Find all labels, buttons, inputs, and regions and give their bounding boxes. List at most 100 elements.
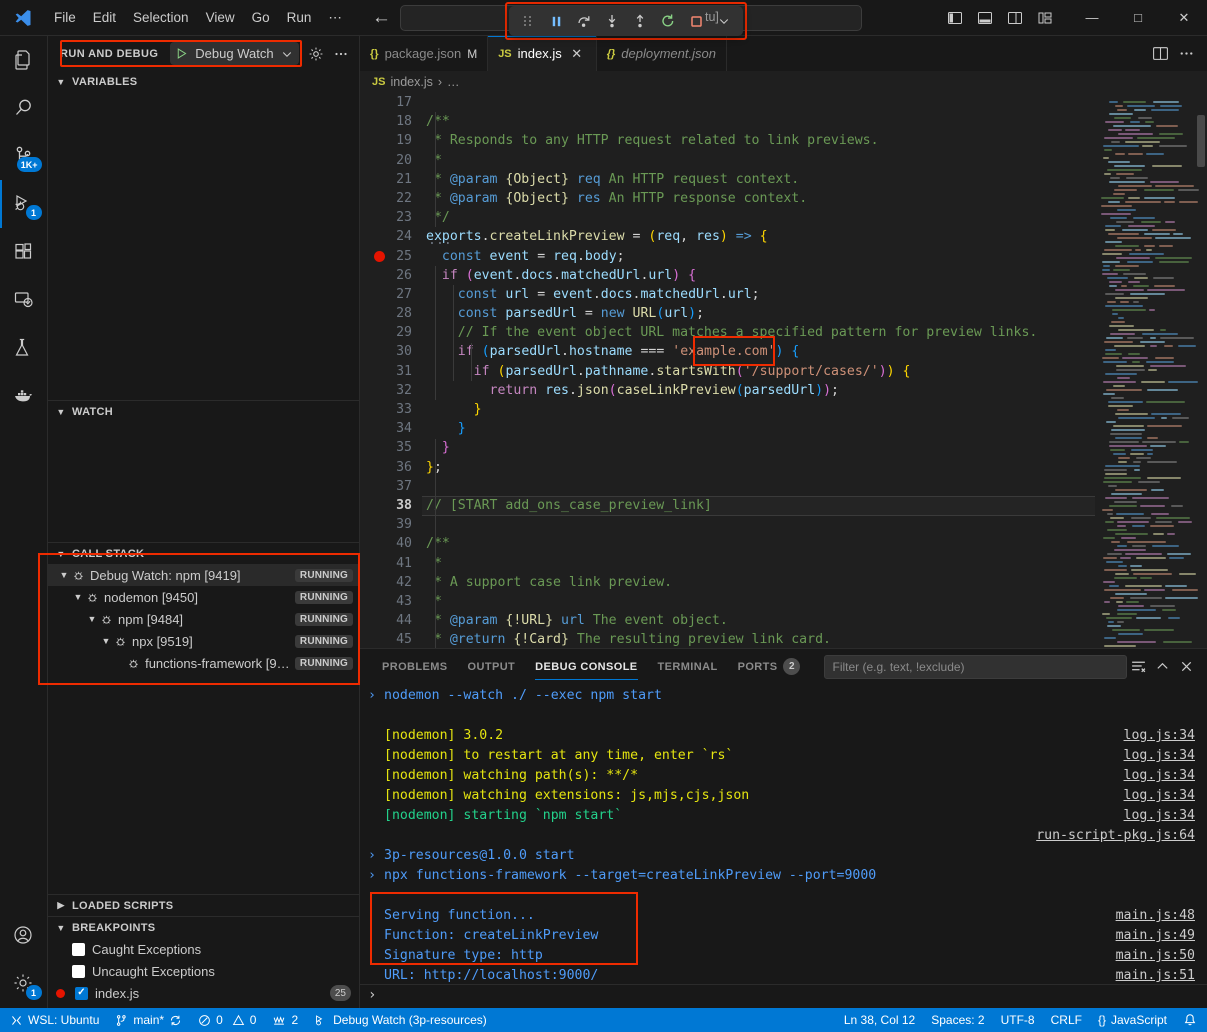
line-number[interactable]: 28 [360, 304, 412, 323]
activity-explorer-icon[interactable] [0, 36, 48, 84]
activity-run-and-debug-icon[interactable]: 1 [0, 180, 48, 228]
close-button[interactable]: ✕ [1161, 0, 1207, 36]
line-number[interactable]: 25 [360, 247, 412, 266]
activity-accounts-icon[interactable] [0, 912, 48, 960]
console-source-link[interactable]: run-script-pkg.js:64 [1036, 826, 1195, 846]
code-line[interactable]: */ [422, 208, 1095, 227]
menu-edit[interactable]: Edit [85, 7, 124, 28]
activity-settings-icon[interactable]: 1 [0, 960, 48, 1008]
code-line[interactable]: // [START add_ons_case_preview_link] [422, 496, 1095, 515]
line-number[interactable]: 36 [360, 458, 412, 477]
menu-bar[interactable]: File Edit Selection View Go Run ⋯ [46, 7, 350, 29]
toggle-panel-icon[interactable] [971, 4, 999, 32]
code-editor[interactable]: 1718192021222324252627282930313233343536… [360, 93, 1207, 648]
chevron-up-icon[interactable] [1151, 656, 1173, 678]
code-line[interactable]: exports.createLinkPreview = (req, res) =… [422, 227, 1095, 246]
line-number[interactable]: 30 [360, 342, 412, 361]
status-ports[interactable]: 2 [264, 1008, 306, 1032]
code-line[interactable]: * [422, 554, 1095, 573]
panel-tab-problems[interactable]: PROBLEMS [372, 649, 458, 684]
section-loaded-scripts-header[interactable]: ▶ LOADED SCRIPTS [48, 894, 359, 916]
code-content[interactable]: /** * Responds to any HTTP request relat… [422, 93, 1095, 648]
status-encoding[interactable]: UTF-8 [993, 1008, 1043, 1032]
code-line[interactable]: } [422, 438, 1095, 457]
line-number[interactable]: 23 [360, 208, 412, 227]
console-source-link[interactable]: log.js:34 [1124, 726, 1195, 746]
console-source-link[interactable]: log.js:34 [1124, 746, 1195, 766]
line-number[interactable]: 40 [360, 534, 412, 553]
code-line[interactable]: if (parsedUrl.hostname === 'example.com'… [422, 342, 1095, 361]
section-callstack-header[interactable]: ▼ CALL STACK [48, 542, 359, 564]
callstack-row[interactable]: ▼Debug Watch: npm [9419]RUNNING [48, 564, 359, 586]
menu-file[interactable]: File [46, 7, 84, 28]
callstack-row[interactable]: ▼nodemon [9450]RUNNING [48, 586, 359, 608]
activity-source-control-icon[interactable]: 1K+ [0, 132, 48, 180]
breakpoint-checkbox[interactable] [72, 943, 85, 956]
code-line[interactable]: return res.json(caseLinkPreview(parsedUr… [422, 381, 1095, 400]
code-line[interactable]: * @param {Object} req An HTTP request co… [422, 170, 1095, 189]
line-number[interactable]: 20 [360, 151, 412, 170]
gear-icon[interactable] [305, 43, 327, 65]
console-filter-input[interactable]: Filter (e.g. text, !exclude) [824, 655, 1127, 679]
status-indentation[interactable]: Spaces: 2 [923, 1008, 992, 1032]
status-debug-session[interactable]: Debug Watch (3p-resources) [306, 1008, 495, 1032]
code-line[interactable]: * [422, 592, 1095, 611]
console-source-link[interactable]: main.js:50 [1116, 946, 1195, 966]
chevron-down-icon[interactable]: ▼ [98, 636, 114, 646]
drag-handle-icon[interactable] [515, 9, 541, 33]
console-source-link[interactable]: log.js:34 [1124, 786, 1195, 806]
line-number[interactable]: 21 [360, 170, 412, 189]
line-number[interactable]: 19 [360, 131, 412, 150]
line-number[interactable]: 31 [360, 362, 412, 381]
line-number[interactable]: 45 [360, 630, 412, 648]
code-line[interactable]: const url = event.docs.matchedUrl.url; [422, 285, 1095, 304]
code-line[interactable]: } [422, 419, 1095, 438]
console-source-link[interactable]: main.js:49 [1116, 926, 1195, 946]
callstack-row[interactable]: ▼npm [9484]RUNNING [48, 608, 359, 630]
activity-search-icon[interactable] [0, 84, 48, 132]
minimap-scrollbar[interactable] [1197, 115, 1205, 167]
activity-remote-explorer-icon[interactable] [0, 276, 48, 324]
go-back-icon[interactable]: ← [372, 8, 391, 27]
more-icon[interactable] [1175, 43, 1197, 65]
menu-selection[interactable]: Selection [125, 7, 197, 28]
chevron-down-icon[interactable]: ▼ [56, 570, 72, 580]
menu-run[interactable]: Run [279, 7, 320, 28]
close-icon[interactable] [1175, 656, 1197, 678]
line-number[interactable]: 22 [360, 189, 412, 208]
line-number[interactable]: 43 [360, 592, 412, 611]
editor-tab[interactable]: {}deployment.json [597, 36, 727, 71]
breadcrumb-rest[interactable]: … [447, 75, 460, 89]
section-watch-header[interactable]: ▼ WATCH [48, 400, 359, 422]
code-line[interactable]: * [422, 151, 1095, 170]
console-source-link[interactable]: log.js:34 [1124, 766, 1195, 786]
status-cursor-position[interactable]: Ln 38, Col 12 [836, 1008, 923, 1032]
clear-console-icon[interactable] [1127, 656, 1149, 678]
toggle-secondary-sidebar-icon[interactable] [1001, 4, 1029, 32]
menu-more[interactable]: ⋯ [320, 7, 350, 29]
status-language-mode[interactable]: {} JavaScript [1090, 1008, 1175, 1032]
code-line[interactable] [422, 477, 1095, 496]
breadcrumb-file[interactable]: index.js [390, 75, 432, 89]
chevron-down-icon[interactable]: ▼ [70, 592, 86, 602]
code-line[interactable]: }; [422, 458, 1095, 477]
code-line[interactable]: /** [422, 534, 1095, 553]
customize-layout-icon[interactable] [1031, 4, 1059, 32]
breakpoint-checkbox[interactable] [75, 987, 88, 1000]
panel-tab-terminal[interactable]: TERMINAL [648, 649, 728, 684]
panel-tab-debug-console[interactable]: DEBUG CONSOLE [525, 649, 647, 684]
line-number-gutter[interactable]: 1718192021222324252627282930313233343536… [360, 93, 422, 648]
line-number[interactable]: 44 [360, 611, 412, 630]
line-number[interactable]: 34 [360, 419, 412, 438]
line-number[interactable]: 29 [360, 323, 412, 342]
toggle-primary-sidebar-icon[interactable] [941, 4, 969, 32]
code-line[interactable]: * @param {!URL} url The event object. [422, 611, 1095, 630]
breakpoint-row[interactable]: index.js25 [48, 982, 359, 1004]
line-number[interactable]: 42 [360, 573, 412, 592]
editor-tab[interactable]: {}package.jsonM [360, 36, 488, 71]
line-number[interactable]: 26 [360, 266, 412, 285]
callstack-row[interactable]: ▼npx [9519]RUNNING [48, 630, 359, 652]
code-line[interactable]: * @param {Object} res An HTTP response c… [422, 189, 1095, 208]
step-into-icon[interactable] [599, 9, 625, 33]
breakpoint-row[interactable]: Uncaught Exceptions [48, 960, 359, 982]
